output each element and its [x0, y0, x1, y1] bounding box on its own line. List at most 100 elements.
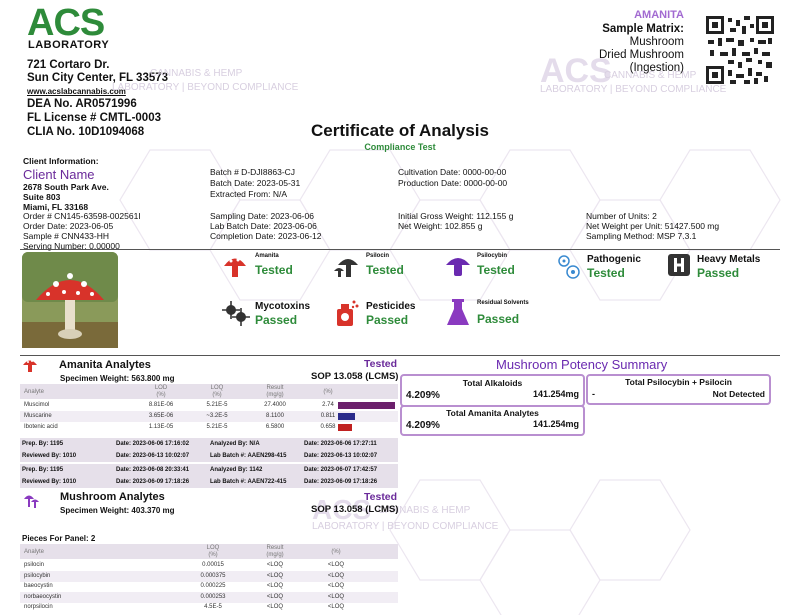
test-psilocin-status: Tested	[366, 263, 404, 277]
prep2-date4: Date: 2023-06-09 17:18:26	[304, 479, 378, 485]
prep1-prep-by: Prep. By: 1195	[22, 441, 64, 447]
mushroom-sop: SOP 13.058 (LCMS)	[311, 504, 399, 515]
amanita-section-icon	[23, 360, 37, 372]
watermark-line2: LABORATORY | BEYOND COMPLIANCE	[540, 84, 727, 95]
test-residual-solvents-label: Residual Solvents	[477, 300, 529, 306]
mushroom-section-status: Tested	[364, 491, 398, 503]
total-psilocybin-label: Total Psilocybin + Psilocin	[625, 377, 732, 387]
prep1-lab-batch: Lab Batch #: AAEN298-415	[210, 453, 287, 459]
mushroom-loq-cell: 0.000225	[200, 583, 226, 589]
total-psilocybin-box: Total Psilocybin + Psilocin - Not Detect…	[586, 374, 771, 405]
mushroom-pct-cell: <LOQ	[327, 594, 345, 600]
mushroom-col-analyte: Analyte	[24, 549, 45, 555]
prep2-reviewed-by: Reviewed By: 1010	[22, 479, 77, 485]
gross-weight: Initial Gross Weight: 112.155 g	[398, 211, 514, 221]
amanita-analyte-cell: Ibotenic acid	[24, 424, 58, 430]
mushroom-analyte-cell: baeocystin	[24, 583, 53, 589]
test-heavy-metals-status: Passed	[697, 266, 740, 280]
test-psilocybin-label: Psilocybin	[477, 253, 508, 259]
sample-number: Sample # CNN433-HH	[23, 231, 109, 241]
amanita-analyte-cell: Muscimol	[24, 402, 50, 408]
lab-logo-subtitle: LABORATORY	[28, 39, 110, 51]
amanita-result-cell: 8.1100	[266, 413, 284, 419]
total-amanita-pct: 4.209%	[406, 420, 440, 431]
prep1-analyzed-by: Analyzed By: N/A	[210, 441, 260, 447]
prep2-date1: Date: 2023-06-08 20:33:41	[116, 467, 190, 473]
page-title: Certificate of Analysis	[311, 121, 489, 140]
mushroom-loq-cell: 0.000253	[200, 594, 226, 600]
order-number: Order # CN145-63598-002561I	[23, 211, 141, 221]
client-info-label: Client Information:	[23, 156, 99, 166]
qr-code[interactable]	[706, 16, 774, 84]
prep2-analyzed-by: Analyzed By: 1142	[210, 467, 263, 473]
watermark-line2-left: LABORATORY | BEYOND COMPLIANCE	[112, 82, 299, 93]
mushroom-col-loq: LOQ (%)	[206, 545, 220, 558]
prep1-date1: Date: 2023-06-06 17:16:02	[116, 441, 190, 447]
divider-top	[20, 249, 780, 250]
amanita-loq-cell: 5.21E-5	[206, 424, 228, 430]
prep2-lab-batch: Lab Batch #: AAEN722-415	[210, 479, 287, 485]
amanita-analyte-cell: Muscarine	[24, 413, 52, 419]
production-date: Production Date: 0000-00-00	[398, 178, 508, 188]
pathogen-icon	[558, 255, 580, 279]
pesticides-icon	[337, 300, 359, 326]
total-psilocybin-pct: -	[592, 389, 595, 399]
completion-date: Completion Date: 2023-06-12	[210, 231, 322, 241]
amanita-col-loq: LOQ (%)	[210, 385, 224, 398]
test-pesticides-status: Passed	[366, 313, 409, 327]
mushroom-loq-cell: 0.00015	[202, 562, 224, 568]
prep2-prep-by: Prep. By: 1195	[22, 467, 64, 473]
net-weight: Net Weight: 102.855 g	[398, 221, 483, 231]
product-name: AMANITA	[634, 9, 684, 21]
mushroom-analyte-cell: norbaeocystin	[24, 594, 62, 600]
total-alkaloids-pct: 4.209%	[406, 390, 440, 401]
amanita-lod-cell: 1.13E-05	[148, 424, 174, 430]
net-weight-per-unit: Net Weight per Unit: 51427.500 mg	[586, 221, 720, 231]
mushroom-section-title: Mushroom Analytes	[60, 491, 165, 503]
dea-number: DEA No. AR0571996	[27, 98, 137, 110]
amanita-icon	[224, 258, 246, 277]
amanita-section-title: Amanita Analytes	[59, 359, 151, 371]
prep1-date3: Date: 2023-06-13 10:02:07	[116, 453, 190, 459]
mushroom-result-cell: <LOQ	[266, 562, 284, 568]
mushroom-pct-cell: <LOQ	[327, 573, 345, 579]
extracted-from: Extracted From: N/A	[210, 189, 287, 199]
watermark-bottom-line2: LABORATORY | BEYOND COMPLIANCE	[312, 521, 499, 532]
mushroom-result-cell: <LOQ	[266, 604, 284, 610]
mushroom-loq-cell: 0.000375	[200, 573, 226, 579]
prep1-reviewed-by: Reviewed By: 1010	[22, 453, 77, 459]
test-mycotoxins-label: Mycotoxins	[255, 301, 311, 312]
amanita-section-status: Tested	[364, 358, 398, 370]
total-alkaloids-label: Total Alkaloids	[462, 378, 523, 388]
test-pathogenic-label: Pathogenic	[587, 254, 641, 265]
batch-number: Batch # D-DJI8863-CJ	[210, 167, 296, 177]
clia-number: CLIA No. 10D1094068	[27, 126, 145, 138]
divider-middle	[20, 355, 780, 356]
prep2-date2: Date: 2023-06-07 17:42:57	[304, 467, 378, 473]
test-pathogenic-status: Tested	[587, 266, 625, 280]
fl-license: FL License # CMTL-0003	[27, 112, 161, 124]
client-address-line2: Suite 803	[23, 192, 61, 202]
lab-logo: ACS	[27, 2, 105, 44]
number-of-units: Number of Units: 2	[586, 211, 657, 221]
amanita-result-bar	[338, 424, 352, 431]
heavy-metals-icon	[668, 254, 690, 276]
sample-matrix-line1: Mushroom	[629, 36, 684, 48]
sample-matrix-label: Sample Matrix:	[602, 23, 684, 35]
total-psilocybin-value: Not Detected	[712, 389, 765, 399]
sampling-date: Sampling Date: 2023-06-06	[210, 211, 314, 221]
client-name: Client Name	[23, 167, 95, 182]
mushroom-analytes-icon	[24, 495, 39, 508]
amanita-result-cell: 27.4000	[264, 402, 286, 408]
total-amanita-box: Total Amanita Analytes 4.209% 141.254mg	[400, 405, 585, 436]
watermark-line1-left: CANNABIS & HEMP	[150, 68, 243, 79]
mushroom-col-result: Result (mg/g)	[266, 545, 284, 558]
mushroom-result-cell: <LOQ	[266, 594, 284, 600]
mushroom-pct-cell: <LOQ	[327, 562, 345, 568]
amanita-loq-cell: ~3.2E-5	[206, 413, 228, 419]
prep1-date4: Date: 2023-06-13 10:02:07	[304, 453, 378, 459]
potency-summary-title: Mushroom Potency Summary	[496, 357, 668, 372]
amanita-loq-cell: 5.21E-5	[206, 402, 228, 408]
pieces-for-panel: Pieces For Panel: 2	[22, 534, 96, 543]
total-amanita-mg: 141.254mg	[532, 419, 579, 429]
